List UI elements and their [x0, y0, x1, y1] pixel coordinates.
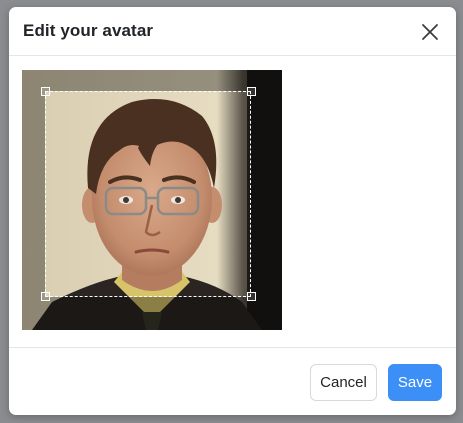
cancel-button[interactable]: Cancel — [310, 364, 377, 401]
crop-handle-top-left[interactable] — [41, 87, 50, 96]
crop-shade-right — [251, 91, 282, 297]
dialog-body — [9, 56, 456, 348]
crop-handle-bottom-left[interactable] — [41, 292, 50, 301]
crop-shade-top — [22, 70, 282, 91]
dialog-title: Edit your avatar — [23, 21, 154, 40]
crop-handle-top-right[interactable] — [247, 87, 256, 96]
close-button[interactable] — [419, 21, 441, 43]
crop-shade-bottom — [22, 297, 282, 330]
crop-handle-bottom-right[interactable] — [247, 292, 256, 301]
close-icon — [422, 24, 438, 40]
edit-avatar-dialog: Edit your avatar Cancel Save — [9, 7, 456, 415]
crop-shade-left — [22, 91, 45, 297]
dialog-footer: Cancel Save — [9, 349, 456, 415]
save-button[interactable]: Save — [388, 364, 442, 401]
avatar-crop-area[interactable] — [22, 70, 282, 330]
crop-selection-box[interactable] — [45, 91, 251, 297]
dialog-header: Edit your avatar — [9, 7, 456, 56]
